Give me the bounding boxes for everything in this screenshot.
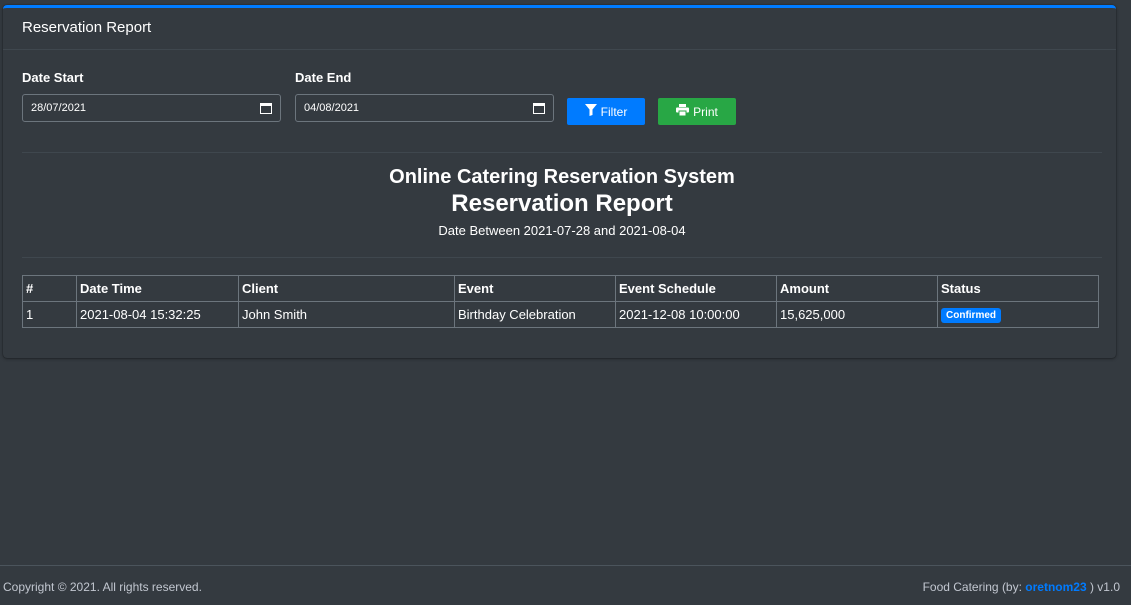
col-header-client: Client xyxy=(238,275,455,302)
footer-credit-prefix: Food Catering (by: xyxy=(922,580,1026,594)
table-row: 1 2021-08-04 15:32:25 John Smith Birthda… xyxy=(22,301,1099,328)
report-header: Online Catering Reservation System Reser… xyxy=(22,165,1102,241)
printer-icon xyxy=(676,104,690,119)
row-client: John Smith xyxy=(238,301,455,328)
row-event: Birthday Celebration xyxy=(454,301,616,328)
calendar-icon[interactable] xyxy=(260,102,272,114)
date-end-label: Date End xyxy=(295,70,352,85)
report-date-range: Date Between 2021-07-28 and 2021-08-04 xyxy=(438,223,686,238)
col-header-status: Status xyxy=(937,275,1099,302)
date-end-group: Date End 04/08/2021 xyxy=(295,70,554,122)
table-header-row: # Date Time Client Event Event Schedule … xyxy=(22,275,1099,302)
col-header-num: # xyxy=(22,275,77,302)
date-end-value: 04/08/2021 xyxy=(304,102,360,114)
row-date-time: 2021-08-04 15:32:25 xyxy=(76,301,239,328)
divider xyxy=(22,257,1102,258)
col-header-date-time: Date Time xyxy=(76,275,239,302)
footer-credit-suffix: ) v1.0 xyxy=(1086,580,1120,594)
author-link[interactable]: oretnom23 xyxy=(1025,580,1086,594)
date-start-label: Date Start xyxy=(22,70,84,85)
row-amount: 15,625,000 xyxy=(776,301,938,328)
filter-button-label: Filter xyxy=(600,104,628,119)
system-name: Online Catering Reservation System xyxy=(389,166,735,188)
col-header-event-schedule: Event Schedule xyxy=(615,275,777,302)
report-card: Reservation Report Date Start 28/07/2021… xyxy=(3,5,1116,358)
print-button[interactable]: Print xyxy=(658,98,736,125)
status-badge: Confirmed xyxy=(941,308,1001,323)
date-start-group: Date Start 28/07/2021 xyxy=(22,70,281,122)
date-end-input[interactable]: 04/08/2021 xyxy=(295,94,554,122)
filter-icon xyxy=(584,104,597,119)
footer: Copyright © 2021. All rights reserved. F… xyxy=(0,565,1131,605)
filter-form: Date Start 28/07/2021 Date End 04/08/202… xyxy=(22,70,1102,130)
card-title: Reservation Report xyxy=(3,8,1116,50)
date-start-value: 28/07/2021 xyxy=(31,102,87,114)
row-status-cell: Confirmed xyxy=(937,301,1099,328)
footer-credit: Food Catering (by: oretnom23 ) v1.0 xyxy=(923,580,1120,594)
filter-button[interactable]: Filter xyxy=(567,98,645,125)
print-button-label: Print xyxy=(693,104,718,119)
row-number: 1 xyxy=(22,301,77,328)
col-header-event: Event xyxy=(454,275,616,302)
reservation-table: # Date Time Client Event Event Schedule … xyxy=(22,275,1099,328)
footer-copyright: Copyright © 2021. All rights reserved. xyxy=(3,580,202,594)
date-start-input[interactable]: 28/07/2021 xyxy=(22,94,281,122)
divider xyxy=(22,152,1102,153)
row-event-schedule: 2021-12-08 10:00:00 xyxy=(615,301,777,328)
calendar-icon[interactable] xyxy=(533,102,545,114)
report-title: Reservation Report xyxy=(451,190,673,217)
col-header-amount: Amount xyxy=(776,275,938,302)
